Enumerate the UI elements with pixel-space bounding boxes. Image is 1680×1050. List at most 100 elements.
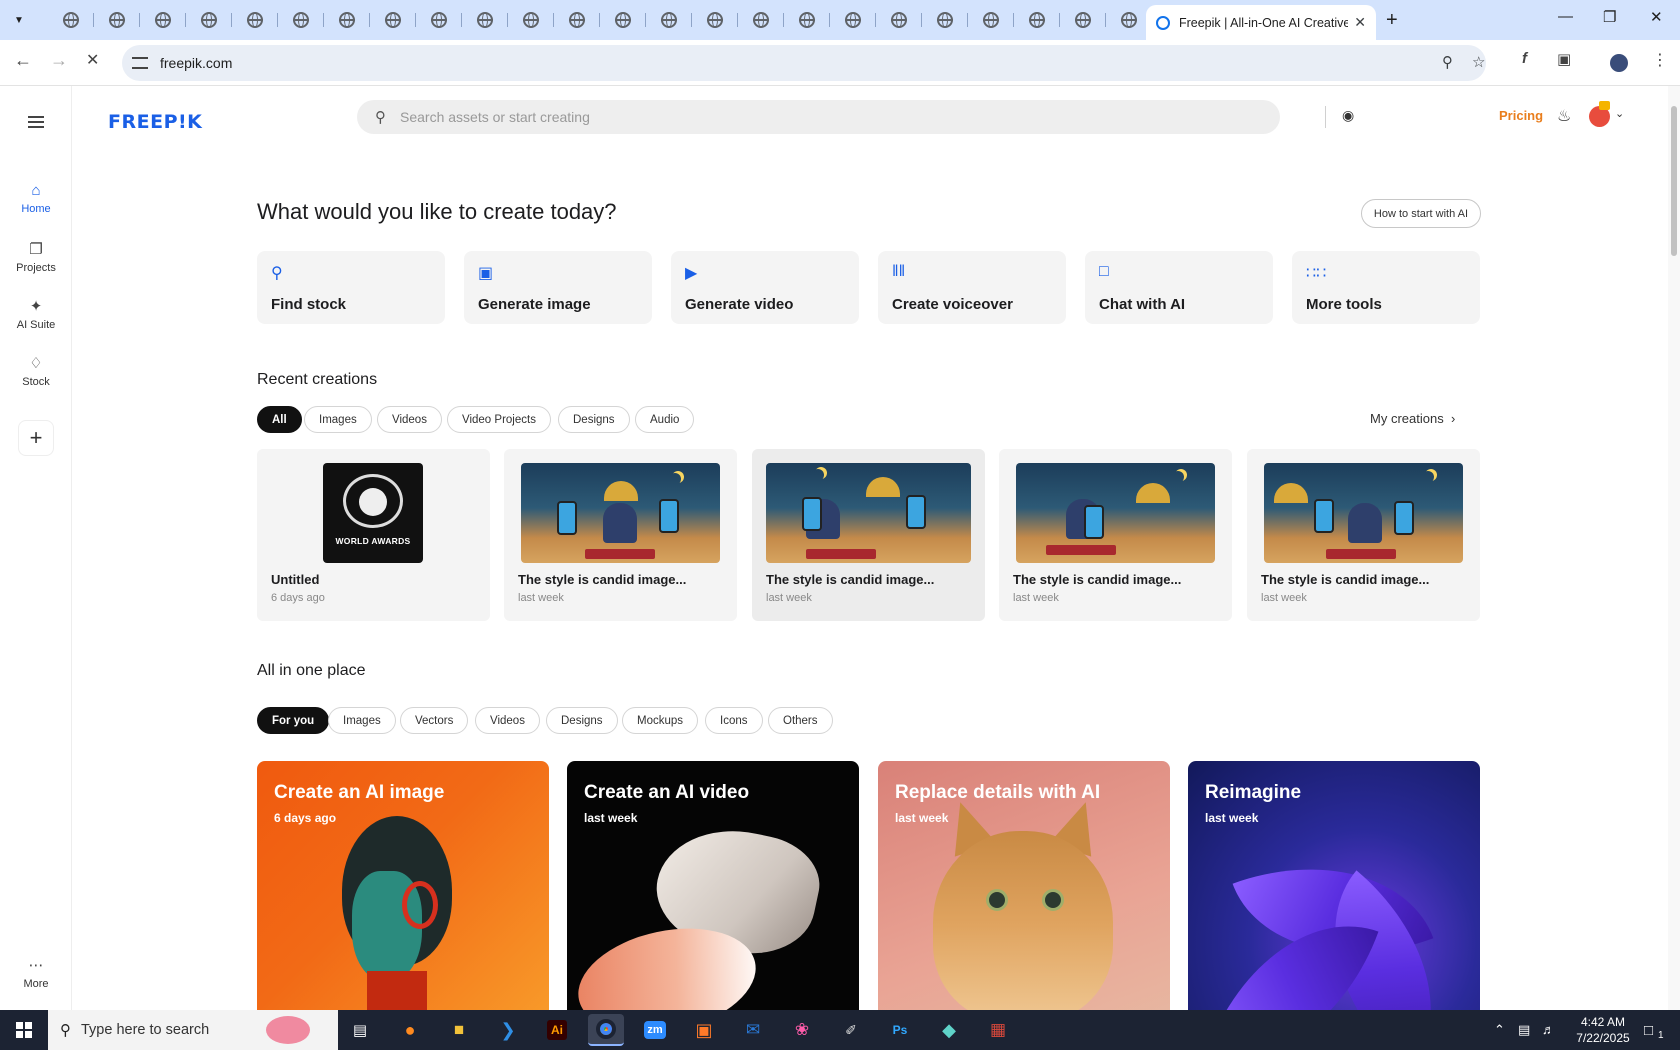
feature-card-ai-image[interactable]: Create an AI image 6 days ago [257, 761, 549, 1010]
taskbar-search[interactable]: ⚲ Type here to search [48, 1010, 338, 1050]
browser-tab[interactable] [462, 6, 508, 34]
feature-card-ai-video[interactable]: Create an AI video last week [567, 761, 859, 1010]
quick-action-more-tools[interactable]: ∷∷ More tools [1292, 251, 1480, 324]
bookmark-star-icon[interactable]: ☆ [1472, 53, 1485, 71]
minimize-icon[interactable]: — [1558, 8, 1573, 25]
system-clock[interactable]: 4:42 AM 7/22/2025 [1568, 1014, 1638, 1046]
browser-tab[interactable] [324, 6, 370, 34]
add-tool-icon[interactable]: + [18, 420, 54, 456]
site-info-icon[interactable] [132, 57, 148, 69]
filter-designs[interactable]: Designs [558, 406, 630, 433]
windows-start-icon[interactable] [16, 1022, 32, 1038]
illustrator-icon[interactable]: Ai [539, 1014, 575, 1046]
account-chevron-down-icon[interactable]: ⌄ [1615, 107, 1624, 120]
quick-action-find-stock[interactable]: ⚲ Find stock [257, 251, 445, 324]
filter-video-projects[interactable]: Video Projects [447, 406, 551, 433]
browser-tab[interactable] [186, 6, 232, 34]
rail-item-home[interactable]: ⌂ Home [0, 182, 72, 215]
my-creations-link[interactable]: My creations › [1370, 411, 1455, 426]
how-to-start-button[interactable]: How to start with AI [1361, 199, 1481, 228]
pricing-link[interactable]: Pricing [1499, 108, 1543, 123]
quick-action-generate-image[interactable]: ▣ Generate image [464, 251, 652, 324]
stop-loading-icon[interactable]: ✕ [86, 50, 99, 70]
filter-videos[interactable]: Videos [377, 406, 442, 433]
address-url[interactable]: freepik.com [160, 55, 232, 71]
recent-creation-card[interactable]: The style is candid image... last week [999, 449, 1232, 621]
rail-item-more[interactable]: ⋯ More [0, 956, 72, 990]
filter-audio[interactable]: Audio [635, 406, 695, 433]
address-bar[interactable]: freepik.com ⚲ ☆ [122, 45, 1486, 81]
browser-tab[interactable] [508, 6, 554, 34]
outlook-icon[interactable]: ✉ [735, 1014, 771, 1046]
quick-action-create-voiceover[interactable]: ‖‖ Create voiceover [878, 251, 1066, 324]
filter-images[interactable]: Images [304, 406, 372, 433]
filter-vectors[interactable]: Vectors [400, 707, 469, 734]
active-browser-tab[interactable]: Freepik | All-in-One AI Creative ✕ [1146, 5, 1376, 40]
recent-creation-card[interactable]: The style is candid image... last week [1247, 449, 1480, 621]
browser-tab[interactable] [232, 6, 278, 34]
filter-designs[interactable]: Designs [546, 707, 618, 734]
firefox-icon[interactable]: ● [392, 1014, 428, 1046]
browser-tab[interactable] [600, 6, 646, 34]
quick-action-generate-video[interactable]: ▶ Generate video [671, 251, 859, 324]
browser-tab[interactable] [1014, 6, 1060, 34]
browser-tab[interactable] [646, 6, 692, 34]
tab-search-chevron-icon[interactable]: ▼ [8, 9, 30, 31]
filter-mockups[interactable]: Mockups [622, 707, 699, 734]
browser-menu-icon[interactable]: ⋮ [1652, 50, 1668, 70]
extension-f-icon[interactable]: f [1522, 50, 1527, 67]
zoom-icon[interactable]: ⚲ [1442, 53, 1453, 71]
photoshop-icon[interactable]: Ps [882, 1014, 918, 1046]
quick-action-chat-with-ai[interactable]: □ Chat with AI [1085, 251, 1273, 324]
browser-tab[interactable] [922, 6, 968, 34]
rail-item-stock[interactable]: ♢ Stock [0, 354, 72, 388]
browser-tab[interactable] [784, 6, 830, 34]
pen-tool-icon[interactable]: ✐ [833, 1014, 869, 1046]
filter-others[interactable]: Others [768, 707, 833, 734]
browser-tab[interactable] [738, 6, 784, 34]
hamburger-menu-icon[interactable] [28, 116, 44, 128]
browser-tab[interactable] [876, 6, 922, 34]
restore-icon[interactable]: ❐ [1603, 8, 1616, 26]
browser-tab[interactable] [94, 6, 140, 34]
recent-creation-card[interactable]: The style is candid image... last week [504, 449, 737, 621]
file-explorer-icon[interactable]: ■ [441, 1014, 477, 1046]
creative-cloud-icon[interactable]: ❀ [784, 1014, 820, 1046]
browser-tab[interactable] [692, 6, 738, 34]
browser-tab[interactable] [830, 6, 876, 34]
browser-tab[interactable] [554, 6, 600, 34]
freepik-logo[interactable]: FREEP!K [108, 111, 202, 133]
scrollbar-thumb[interactable] [1671, 106, 1677, 256]
close-tab-icon[interactable]: ✕ [1354, 14, 1366, 31]
filter-images[interactable]: Images [328, 707, 396, 734]
tray-chevron-up-icon[interactable]: ⌃ [1494, 1022, 1505, 1038]
profile-avatar-icon[interactable] [1610, 54, 1628, 72]
notifications-bell-icon[interactable]: ♨ [1557, 106, 1571, 126]
chrome-icon[interactable] [588, 1014, 624, 1046]
vscode-icon[interactable]: ❯ [490, 1014, 526, 1046]
filter-for-you[interactable]: For you [257, 707, 330, 734]
browser-tab[interactable] [416, 6, 462, 34]
feature-card-reimagine[interactable]: Reimagine last week [1188, 761, 1480, 1010]
browser-tab[interactable] [1060, 6, 1106, 34]
new-tab-icon[interactable]: + [1386, 9, 1398, 32]
notifications-icon[interactable]: □ [1644, 1022, 1653, 1039]
volume-icon[interactable]: ♬ [1542, 1022, 1555, 1037]
network-icon[interactable]: ▤ [1518, 1022, 1530, 1038]
browser-tab[interactable] [48, 6, 94, 34]
task-view-icon[interactable]: ▤ [342, 1014, 378, 1046]
recent-creation-card[interactable]: The style is candid image... last week [752, 449, 985, 621]
diamond-app-icon[interactable]: ◆ [931, 1014, 967, 1046]
browser-tab[interactable] [370, 6, 416, 34]
window-close-icon[interactable]: ✕ [1650, 8, 1663, 26]
browser-tab[interactable] [278, 6, 324, 34]
filter-videos[interactable]: Videos [475, 707, 540, 734]
forward-arrow-icon[interactable]: → [50, 50, 68, 71]
filter-all[interactable]: All [257, 406, 302, 433]
recent-creation-card[interactable]: WORLD AWARDS Untitled 6 days ago [257, 449, 490, 621]
back-arrow-icon[interactable]: ← [14, 50, 32, 71]
page-scrollbar[interactable] [1668, 86, 1680, 1010]
filter-icons[interactable]: Icons [705, 707, 763, 734]
rail-item-ai-suite[interactable]: ✦ AI Suite [0, 297, 72, 331]
rail-item-projects[interactable]: ❐ Projects [0, 240, 72, 274]
